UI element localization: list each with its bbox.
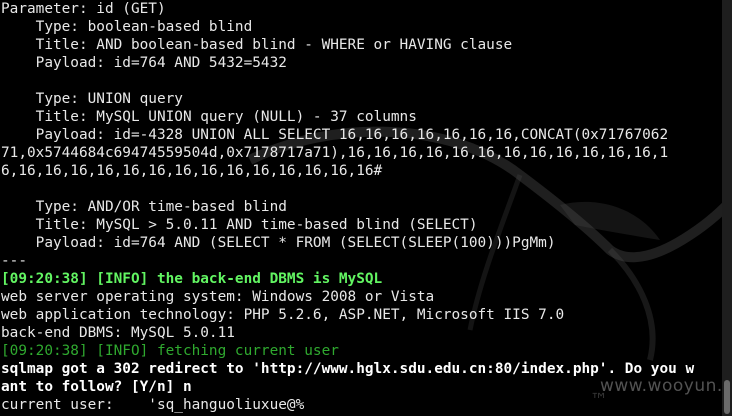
terminal-line: 71,0x5744684c69474559504d,0x7178717a71),… bbox=[1, 145, 669, 161]
terminal-line: Title: MySQL > 5.0.11 AND time-based bli… bbox=[1, 217, 478, 233]
terminal-line: Title: AND boolean-based blind - WHERE o… bbox=[1, 37, 513, 53]
terminal-line: Parameter: id (GET) bbox=[1, 1, 166, 17]
terminal-line: Type: AND/OR time-based blind bbox=[1, 199, 287, 215]
terminal-line: Payload: id=-4328 UNION ALL SELECT 16,16… bbox=[1, 127, 669, 143]
terminal-line: back-end DBMS: MySQL 5.0.11 bbox=[1, 325, 235, 341]
terminal-line: Title: MySQL UNION query (NULL) - 37 col… bbox=[1, 109, 417, 125]
terminal-line: web server operating system: Windows 200… bbox=[1, 289, 435, 305]
terminal-line: 6,16,16,16,16,16,16,16,16,16,16,16,16,16… bbox=[1, 163, 383, 179]
terminal-line: [09:20:38] [INFO] fetching current user bbox=[1, 343, 339, 359]
terminal-line: Payload: id=764 AND (SELECT * FROM (SELE… bbox=[1, 235, 556, 251]
wooyun-watermark: www.wooyun.org bbox=[600, 376, 722, 396]
terminal-line: [09:20:38] [INFO] the back-end DBMS is M… bbox=[1, 271, 383, 287]
terminal-line: --- bbox=[1, 253, 27, 269]
terminal-line: Payload: id=764 AND 5432=5432 bbox=[1, 55, 287, 71]
terminal-line: web application technology: PHP 5.2.6, A… bbox=[1, 307, 565, 323]
terminal-window[interactable]: Parameter: id (GET) Type: boolean-based … bbox=[0, 0, 722, 416]
terminal-line: Type: boolean-based blind bbox=[1, 19, 253, 35]
terminal-line: sqlmap got a 302 redirect to 'http://www… bbox=[1, 361, 695, 377]
scrollbar-thumb[interactable] bbox=[724, 380, 730, 414]
terminal-scrollbar[interactable] bbox=[722, 0, 732, 416]
terminal-line: Type: UNION query bbox=[1, 91, 183, 107]
terminal-output: Parameter: id (GET) Type: boolean-based … bbox=[1, 0, 694, 414]
